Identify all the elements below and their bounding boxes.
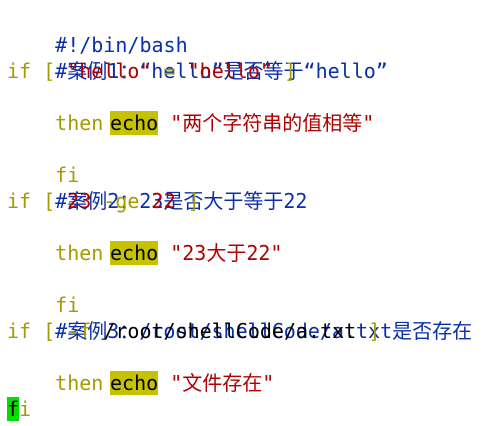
if-keyword: if xyxy=(7,189,32,213)
if-keyword: if xyxy=(7,59,32,83)
code-line-9: then xyxy=(7,214,502,265)
code-line-10: echo "23大于22" xyxy=(7,240,502,266)
string-literal: "hello" xyxy=(187,59,272,83)
number-literal: 22 xyxy=(151,189,176,213)
code-line-14: then xyxy=(7,344,502,395)
code-line-5: echo "两个字符串的值相等" xyxy=(7,110,502,136)
code-line-4: then xyxy=(7,84,502,135)
open-bracket: [ xyxy=(31,319,68,343)
echo-command: echo xyxy=(110,371,159,395)
text-cursor[interactable]: f xyxy=(7,397,20,421)
code-line-6: fi xyxy=(7,136,502,187)
code-editor[interactable]: #!/bin/bash #案例1：“hello”是否等于“hello” if [… xyxy=(0,0,502,426)
close-bracket: ] xyxy=(368,319,381,343)
echo-command: echo xyxy=(110,111,159,135)
fi-keyword-rest: i xyxy=(19,397,32,421)
equals-operator: = xyxy=(151,59,188,83)
open-bracket: [ xyxy=(31,59,68,83)
file-path: /root/shellCode/a.txt xyxy=(91,319,369,343)
code-line-15: echo "文件存在" xyxy=(7,370,502,396)
code-line-16: fi xyxy=(7,396,502,422)
string-literal: "23大于22" xyxy=(170,241,283,265)
echo-command: echo xyxy=(110,241,159,265)
code-line-3: if [ "hello" = "hello" ] xyxy=(7,58,502,84)
close-bracket: ] xyxy=(271,59,297,83)
open-bracket: [ xyxy=(31,189,68,213)
fi-keyword: fi xyxy=(55,163,80,187)
shebang: #!/bin/bash xyxy=(55,33,188,57)
code-line-1: #!/bin/bash xyxy=(7,6,502,57)
ge-operator: -ge xyxy=(91,189,152,213)
string-literal: "文件存在" xyxy=(170,371,275,395)
if-keyword: if xyxy=(7,319,32,343)
close-bracket: ] xyxy=(175,189,200,213)
string-literal: "hello" xyxy=(67,59,152,83)
number-literal: 23 xyxy=(67,189,92,213)
file-test-operator: -f xyxy=(67,319,92,343)
code-line-12: #案例3：/root/shellCode/a.txt是否存在 xyxy=(7,292,502,343)
string-literal: "两个字符串的值相等" xyxy=(170,111,375,135)
code-line-11: fi xyxy=(7,266,502,317)
code-line-7: #案例2：23是否大于等于22 xyxy=(7,162,502,213)
fi-keyword: fi xyxy=(55,293,80,317)
